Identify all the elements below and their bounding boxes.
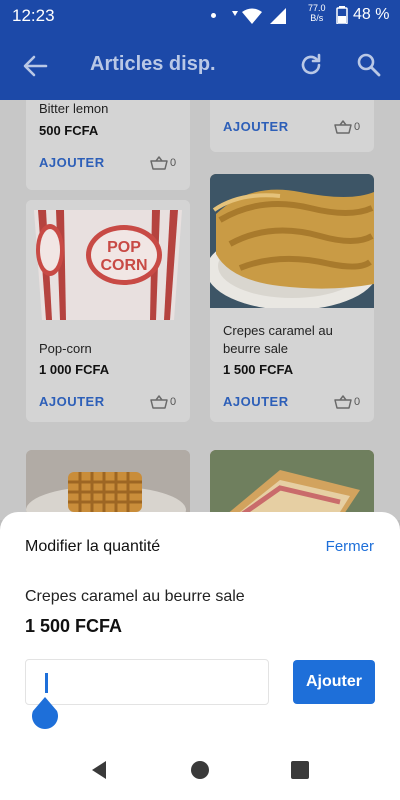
text-selection-handle-icon[interactable]: [31, 697, 59, 729]
nav-home-icon[interactable]: [189, 759, 211, 781]
refresh-icon[interactable]: [298, 52, 324, 78]
product-price: 1 000 FCFA: [39, 362, 110, 377]
product-card[interactable]: Crepes caramel au beurre sale 1 500 FCFA…: [210, 174, 374, 422]
nav-recents-icon[interactable]: [289, 759, 311, 781]
clock: 12:23: [12, 6, 55, 25]
basket-icon: [334, 395, 352, 409]
battery-level: 48 %: [353, 6, 390, 23]
svg-text:CORN: CORN: [100, 257, 147, 274]
search-icon[interactable]: [356, 52, 382, 78]
product-name: Pop-corn: [39, 341, 92, 356]
network-speed: 77.0 B/s: [308, 3, 326, 23]
network-signal-icon: [232, 8, 286, 24]
selected-product-price: 1 500 FCFA: [25, 616, 123, 636]
cart-count: 0: [354, 396, 361, 408]
product-card[interactable]: [26, 450, 190, 520]
cart-count: 0: [170, 396, 177, 408]
text-cursor: [45, 673, 48, 693]
basket-icon: [334, 120, 352, 134]
popcorn-image: POP CORN: [26, 200, 190, 324]
notification-dot-icon: [211, 13, 216, 18]
system-navigation-bar: [0, 740, 400, 800]
battery-icon: [336, 6, 348, 24]
add-button[interactable]: AJOUTER: [223, 394, 289, 409]
add-button[interactable]: AJOUTER: [223, 119, 289, 134]
add-button[interactable]: AJOUTER: [39, 155, 105, 170]
app-bar: Articles disp.: [0, 32, 400, 100]
page-title: Articles disp.: [90, 53, 216, 75]
basket-icon: [150, 395, 168, 409]
close-button[interactable]: Fermer: [326, 538, 374, 555]
svg-text:POP: POP: [107, 239, 141, 256]
add-to-cart-button[interactable]: Ajouter: [293, 660, 375, 704]
quantity-input[interactable]: [26, 660, 268, 704]
add-button[interactable]: AJOUTER: [39, 394, 105, 409]
nav-back-icon[interactable]: [88, 759, 110, 781]
sandwich-image: [210, 450, 374, 520]
cart-count: 0: [170, 157, 177, 169]
product-grid: Bitter lemon 500 FCFA AJOUTER 0 AJOUTER …: [0, 100, 400, 520]
product-price: 1 500 FCFA: [223, 362, 294, 377]
product-price: 500 FCFA: [39, 123, 99, 138]
product-card[interactable]: [210, 450, 374, 520]
status-bar: 12:23 77.0 B/s 48 %: [0, 0, 400, 32]
sheet-title: Modifier la quantité: [25, 538, 161, 555]
product-card[interactable]: POP CORN Pop-corn 1 000 FCFA AJOUTER 0: [26, 200, 190, 422]
crepes-image: [210, 174, 374, 310]
quantity-field[interactable]: [25, 659, 269, 705]
selected-product-name: Crepes caramel au beurre sale: [25, 588, 245, 605]
basket-icon: [150, 156, 168, 170]
product-name: Crepes caramel au beurre sale: [223, 323, 333, 356]
waffle-image: [26, 450, 190, 520]
product-card[interactable]: AJOUTER 0: [210, 100, 374, 152]
back-arrow-icon[interactable]: [22, 54, 48, 78]
product-name: Bitter lemon: [39, 101, 109, 116]
product-card[interactable]: Bitter lemon 500 FCFA AJOUTER 0: [26, 100, 190, 190]
cart-count: 0: [354, 121, 361, 133]
